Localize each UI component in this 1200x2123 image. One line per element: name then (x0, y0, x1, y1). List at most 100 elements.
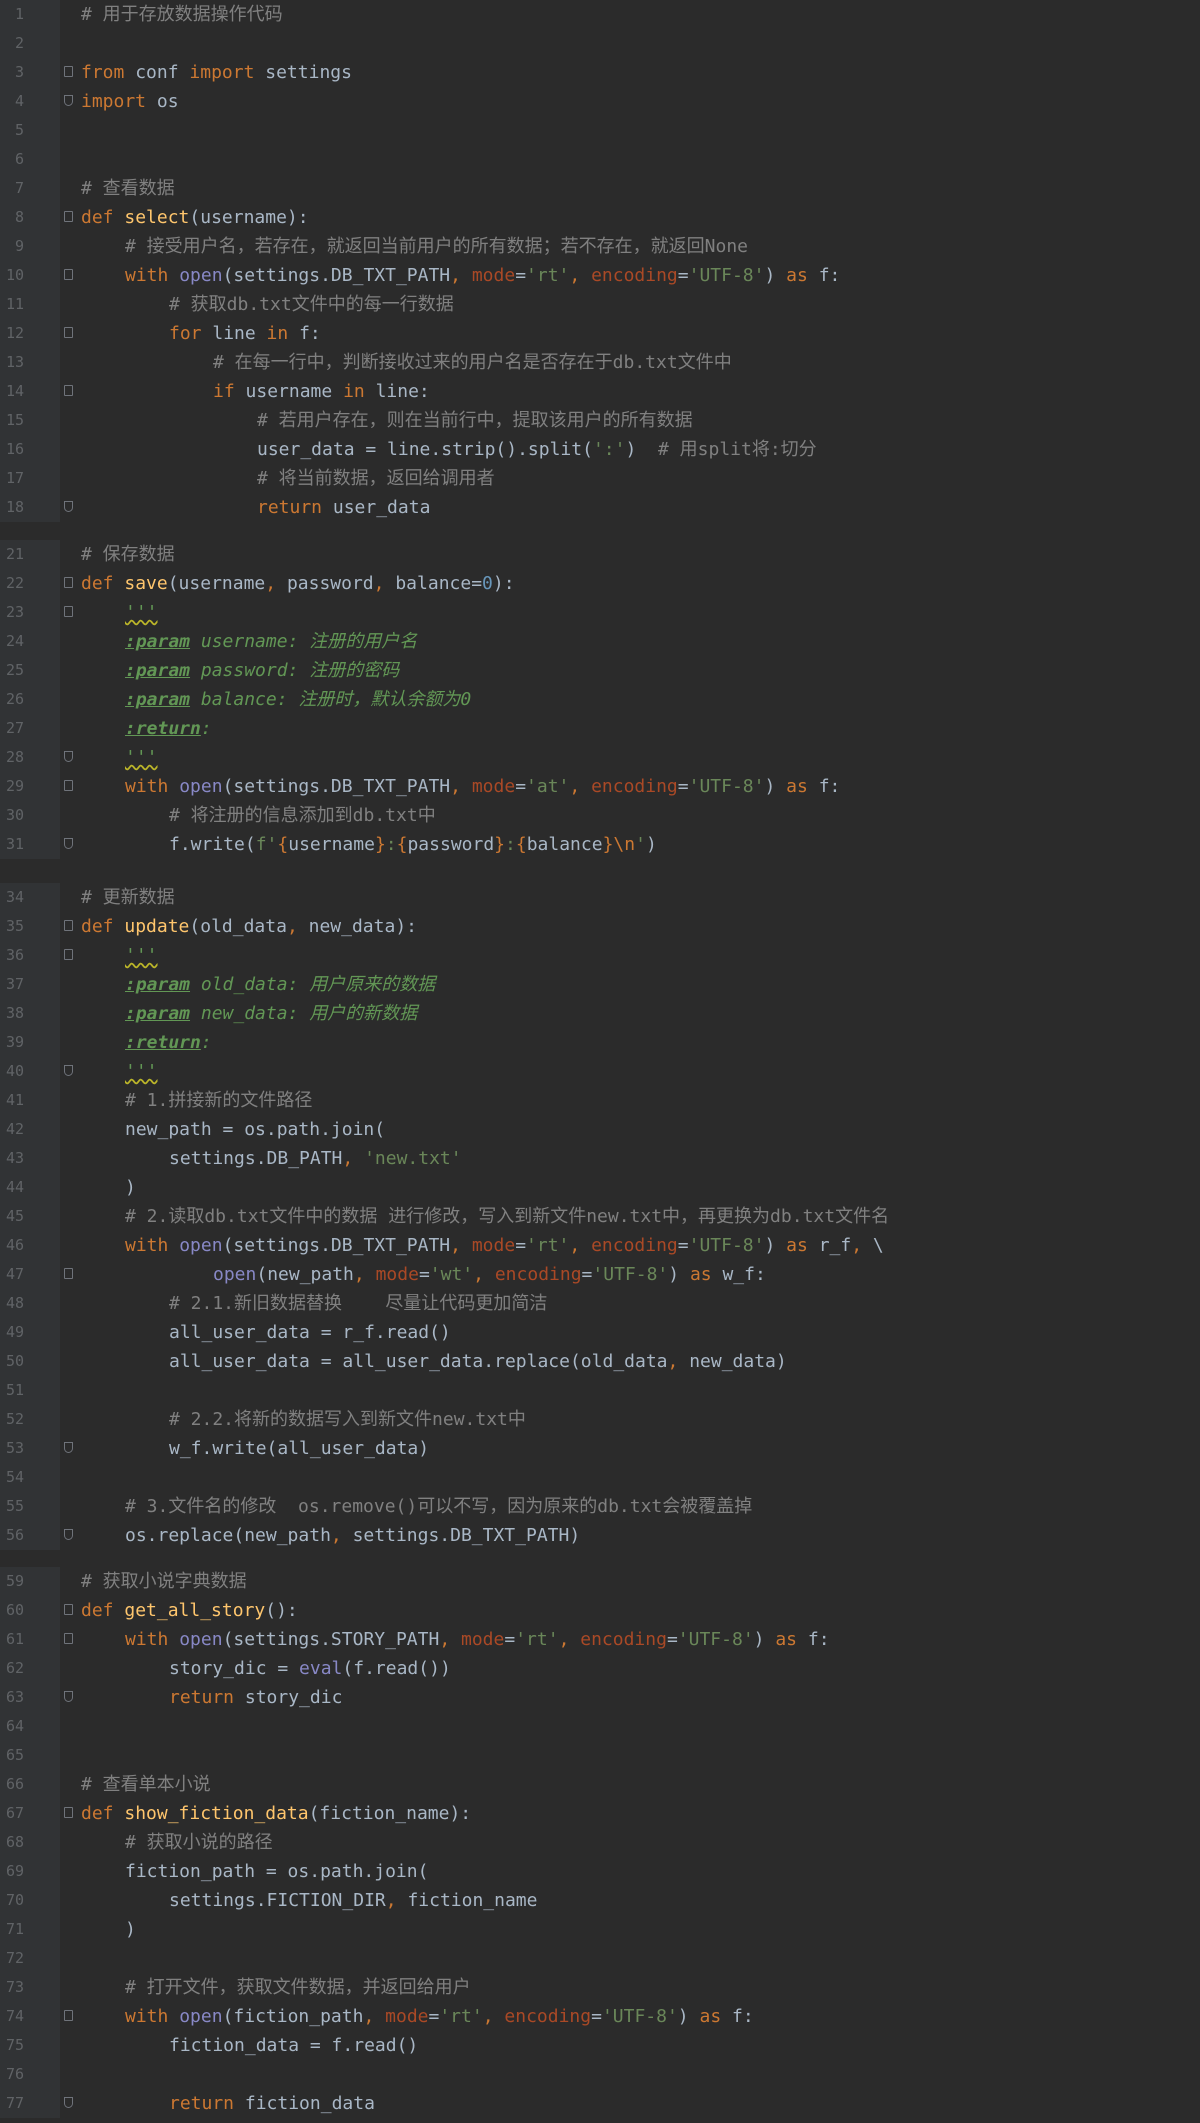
code-line[interactable]: 21 # 保存数据 (0, 540, 1200, 569)
code-text[interactable]: w_f.write(all_user_data) (169, 1434, 429, 1463)
code-line[interactable]: 38:param new_data: 用户的新数据 (0, 999, 1200, 1028)
code-text[interactable]: def get_all_story(): (81, 1596, 298, 1625)
code-text[interactable]: with open(settings.STORY_PATH, mode='rt'… (125, 1625, 830, 1654)
code-line[interactable]: 23 ''' (0, 598, 1200, 627)
code-text[interactable]: all_user_data = all_user_data.replace(ol… (169, 1347, 787, 1376)
code-line[interactable]: 16 user_data = line.strip().split(':') # … (0, 435, 1200, 464)
fold-end-icon[interactable] (64, 95, 73, 106)
fold-start-icon[interactable] (64, 1604, 73, 1615)
fold-end-icon[interactable] (64, 1442, 73, 1453)
code-text[interactable]: os.replace(new_path, settings.DB_TXT_PAT… (125, 1521, 580, 1550)
code-text[interactable]: def select(username): (81, 203, 309, 232)
code-line[interactable]: 30 # 将注册的信息添加到db.txt中 (0, 801, 1200, 830)
code-line[interactable]: 3 from conf import settings (0, 58, 1200, 87)
code-line[interactable]: 35 def update(old_data, new_data): (0, 912, 1200, 941)
code-text[interactable]: # 用于存放数据操作代码 (81, 0, 283, 29)
code-line[interactable]: 44) (0, 1173, 1200, 1202)
code-text[interactable]: # 若用户存在，则在当前行中，提取该用户的所有数据 (257, 406, 693, 435)
fold-end-icon[interactable] (64, 1529, 73, 1540)
code-text[interactable]: with open(settings.DB_TXT_PATH, mode='rt… (125, 261, 840, 290)
code-line[interactable]: 22 def save(username, password, balance=0… (0, 569, 1200, 598)
code-text[interactable]: with open(settings.DB_TXT_PATH, mode='rt… (125, 1231, 884, 1260)
code-line[interactable]: 36 ''' (0, 941, 1200, 970)
code-text[interactable]: settings.FICTION_DIR, fiction_name (169, 1886, 537, 1915)
code-text[interactable]: import os (81, 87, 179, 116)
code-text[interactable]: ''' (125, 598, 158, 627)
code-text[interactable]: ''' (125, 743, 158, 772)
code-text[interactable]: :param username: 注册的用户名 (125, 627, 417, 656)
code-line[interactable]: 46 with open(settings.DB_TXT_PATH, mode='… (0, 1231, 1200, 1260)
code-line[interactable]: 52 # 2.2.将新的数据写入到新文件new.txt中 (0, 1405, 1200, 1434)
code-text[interactable]: # 将当前数据，返回给调用者 (257, 464, 495, 493)
code-text[interactable]: ) (125, 1915, 136, 1944)
code-text[interactable]: fiction_path = os.path.join( (125, 1857, 428, 1886)
code-line[interactable]: 2 (0, 29, 1200, 58)
fold-end-icon[interactable] (64, 1691, 73, 1702)
code-text[interactable]: :param balance: 注册时，默认余额为0 (125, 685, 471, 714)
code-text[interactable]: user_data = line.strip().split(':') # 用s… (257, 435, 817, 464)
fold-end-icon[interactable] (64, 501, 73, 512)
code-line[interactable]: 10 with open(settings.DB_TXT_PATH, mode='… (0, 261, 1200, 290)
code-text[interactable]: :return: (125, 714, 212, 743)
code-text[interactable]: # 2.1.新旧数据替换 尽量让代码更加简洁 (169, 1289, 547, 1318)
fold-start-icon[interactable] (64, 1268, 73, 1279)
code-line[interactable]: 11 # 获取db.txt文件中的每一行数据 (0, 290, 1200, 319)
code-line[interactable]: 76 (0, 2060, 1200, 2089)
fold-end-icon[interactable] (64, 751, 73, 762)
code-text[interactable]: # 打开文件，获取文件数据，并返回给用户 (125, 1973, 471, 2002)
code-line[interactable]: 59 # 获取小说字典数据 (0, 1567, 1200, 1596)
code-text[interactable]: story_dic = eval(f.read()) (169, 1654, 451, 1683)
code-line[interactable]: 1 # 用于存放数据操作代码 (0, 0, 1200, 29)
fold-start-icon[interactable] (64, 327, 73, 338)
code-line[interactable]: 75 fiction_data = f.read() (0, 2031, 1200, 2060)
code-line[interactable]: 64 (0, 1712, 1200, 1741)
code-line[interactable]: 63 return story_dic (0, 1683, 1200, 1712)
code-line[interactable]: 5 (0, 116, 1200, 145)
fold-end-icon[interactable] (64, 1065, 73, 1076)
fold-start-icon[interactable] (64, 949, 73, 960)
fold-start-icon[interactable] (64, 2010, 73, 2021)
code-text[interactable]: return user_data (257, 493, 430, 522)
code-line[interactable]: 8 def select(username): (0, 203, 1200, 232)
code-text[interactable]: :param old_data: 用户原来的数据 (125, 970, 435, 999)
code-line[interactable]: 55 # 3.文件名的修改 os.remove()可以不写，因为原来的db.txt… (0, 1492, 1200, 1521)
code-text[interactable]: ''' (125, 941, 158, 970)
code-text[interactable]: # 接受用户名，若存在，就返回当前用户的所有数据；若不存在，就返回None (125, 232, 748, 261)
code-line[interactable]: 67 def show_fiction_data(fiction_name): (0, 1799, 1200, 1828)
code-text[interactable]: for line in f: (169, 319, 321, 348)
code-line[interactable]: 7 # 查看数据 (0, 174, 1200, 203)
fold-start-icon[interactable] (64, 577, 73, 588)
code-text[interactable]: return story_dic (169, 1683, 342, 1712)
code-line[interactable]: 13 # 在每一行中，判断接收过来的用户名是否存在于db.txt文件中 (0, 348, 1200, 377)
code-line[interactable]: 61 with open(settings.STORY_PATH, mode='r… (0, 1625, 1200, 1654)
fold-start-icon[interactable] (64, 211, 73, 222)
code-line[interactable]: 4 import os (0, 87, 1200, 116)
code-line[interactable]: 45 # 2.读取db.txt文件中的数据 进行修改，写入到新文件new.txt中… (0, 1202, 1200, 1231)
code-text[interactable]: with open(settings.DB_TXT_PATH, mode='at… (125, 772, 840, 801)
code-text[interactable]: # 获取小说的路径 (125, 1828, 273, 1857)
code-line[interactable]: 77 return fiction_data (0, 2089, 1200, 2118)
code-line[interactable]: 9 # 接受用户名，若存在，就返回当前用户的所有数据；若不存在，就返回None (0, 232, 1200, 261)
code-text[interactable]: # 1.拼接新的文件路径 (125, 1086, 312, 1115)
code-line[interactable]: 17 # 将当前数据，返回给调用者 (0, 464, 1200, 493)
code-line[interactable]: 66 # 查看单本小说 (0, 1770, 1200, 1799)
code-text[interactable]: from conf import settings (81, 58, 352, 87)
code-line[interactable]: 49 all_user_data = r_f.read() (0, 1318, 1200, 1347)
code-line[interactable]: 18 return user_data (0, 493, 1200, 522)
code-text[interactable]: # 获取db.txt文件中的每一行数据 (169, 290, 454, 319)
code-text[interactable]: def show_fiction_data(fiction_name): (81, 1799, 471, 1828)
fold-start-icon[interactable] (64, 269, 73, 280)
code-line[interactable]: 51 (0, 1376, 1200, 1405)
code-text[interactable]: ) (125, 1173, 136, 1202)
code-line[interactable]: 60 def get_all_story(): (0, 1596, 1200, 1625)
fold-end-icon[interactable] (64, 838, 73, 849)
code-line[interactable]: 25:param password: 注册的密码 (0, 656, 1200, 685)
code-line[interactable]: 65 (0, 1741, 1200, 1770)
code-line[interactable]: 34 # 更新数据 (0, 883, 1200, 912)
code-text[interactable]: # 更新数据 (81, 883, 175, 912)
code-line[interactable]: 14 if username in line: (0, 377, 1200, 406)
code-line[interactable]: 73 # 打开文件，获取文件数据，并返回给用户 (0, 1973, 1200, 2002)
code-text[interactable]: :param new_data: 用户的新数据 (125, 999, 417, 1028)
fold-start-icon[interactable] (64, 920, 73, 931)
code-line[interactable]: 71) (0, 1915, 1200, 1944)
